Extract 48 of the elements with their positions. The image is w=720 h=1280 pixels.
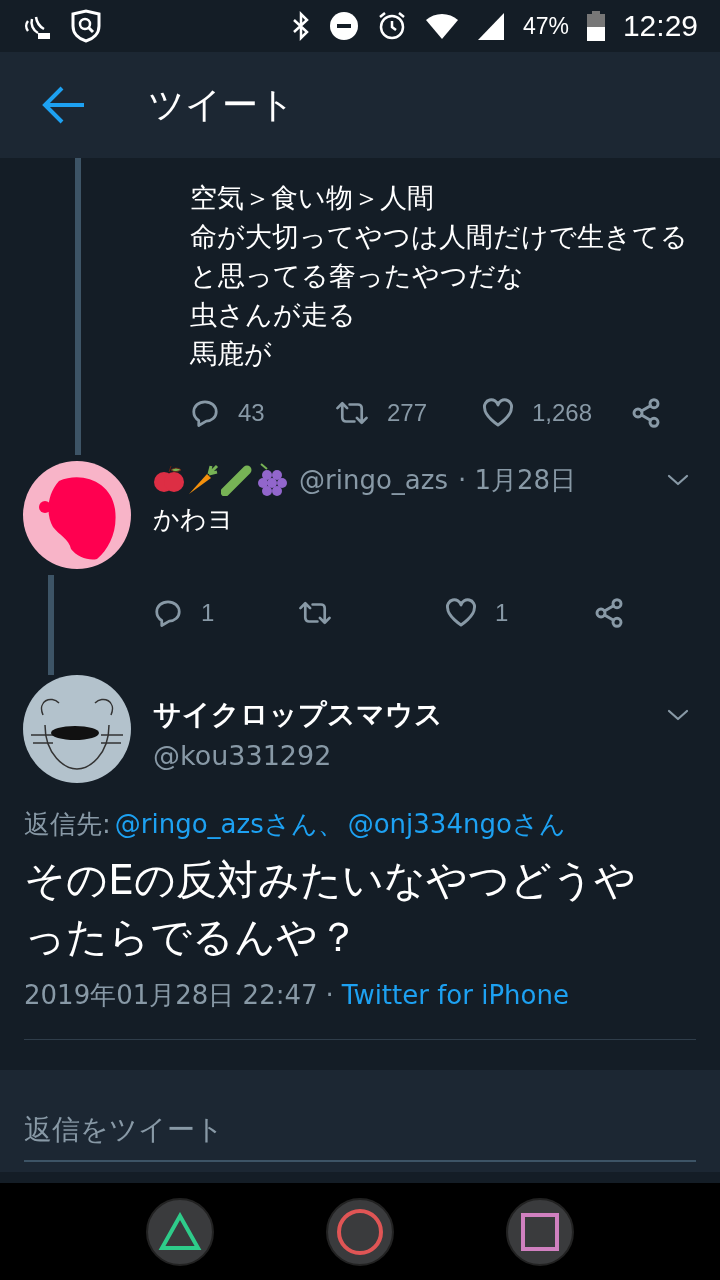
separator: ·: [325, 980, 334, 1010]
retweet-count: 277: [387, 399, 428, 427]
tweet-text-line: と思ってる奢ったやつだな: [190, 259, 525, 293]
grapes-icon: [255, 463, 289, 497]
triangle-icon: [158, 1211, 202, 1252]
header-title: ツイート: [148, 82, 295, 127]
reply-field[interactable]: 返信をツイート: [0, 1070, 720, 1172]
tweet-date: · 1月28日: [457, 463, 577, 497]
tweet-body: そのEの反対みたいなやつどうやったらでるんや？: [23, 855, 637, 963]
share-icon[interactable]: [593, 597, 625, 629]
reply-text: かわヨ: [153, 503, 235, 536]
battery-icon: [586, 11, 605, 41]
wifi-icon: [424, 12, 459, 40]
mention-link[interactable]: @ringo_azsさん: [114, 807, 318, 842]
tweet-handle[interactable]: @ringo_azs: [299, 465, 448, 495]
cucumber-icon: [221, 464, 253, 496]
clock: 12:29: [622, 9, 698, 43]
reply-icon[interactable]: [153, 598, 183, 628]
source-link[interactable]: Twitter for iPhone: [341, 980, 569, 1010]
user-handle[interactable]: @kou331292: [153, 739, 690, 771]
separator: 、: [317, 808, 344, 841]
timestamp: 2019年01月28日 22:47: [24, 979, 318, 1012]
battery-percent: 47%: [522, 12, 569, 40]
tweet-text-line: 命が大切ってやつは人間だけで生きてる: [190, 220, 689, 254]
like-count: 1: [495, 599, 509, 627]
square-icon: [520, 1211, 560, 1252]
do-not-disturb-icon: [328, 11, 359, 41]
display-name[interactable]: サイクロップスマウス: [153, 695, 443, 734]
reply-to-label: 返信先:: [24, 808, 111, 841]
avatar[interactable]: [22, 675, 131, 783]
circle-icon: [335, 1206, 385, 1257]
heart-icon[interactable]: [482, 398, 514, 428]
shield-icon: [70, 9, 102, 43]
carrot-icon: [187, 464, 219, 496]
back-arrow-icon[interactable]: [42, 85, 86, 125]
signal-icon: [476, 12, 505, 40]
reply-icon[interactable]: [190, 398, 220, 428]
caret-icon[interactable]: [666, 472, 690, 488]
tweet-text-line: 馬鹿が: [190, 337, 273, 371]
heart-icon[interactable]: [445, 598, 477, 628]
tweet-text-line: 虫さんが走る: [190, 298, 357, 332]
avatar[interactable]: [22, 461, 131, 569]
mention-link[interactable]: @onj334ngoさん: [347, 807, 566, 842]
tweet-text-line: 空気＞食い物＞人間: [190, 181, 435, 215]
share-icon[interactable]: [630, 397, 662, 429]
reply-count: 1: [201, 599, 215, 627]
reply-count: 43: [238, 399, 265, 427]
like-count: 1,268: [532, 399, 593, 427]
